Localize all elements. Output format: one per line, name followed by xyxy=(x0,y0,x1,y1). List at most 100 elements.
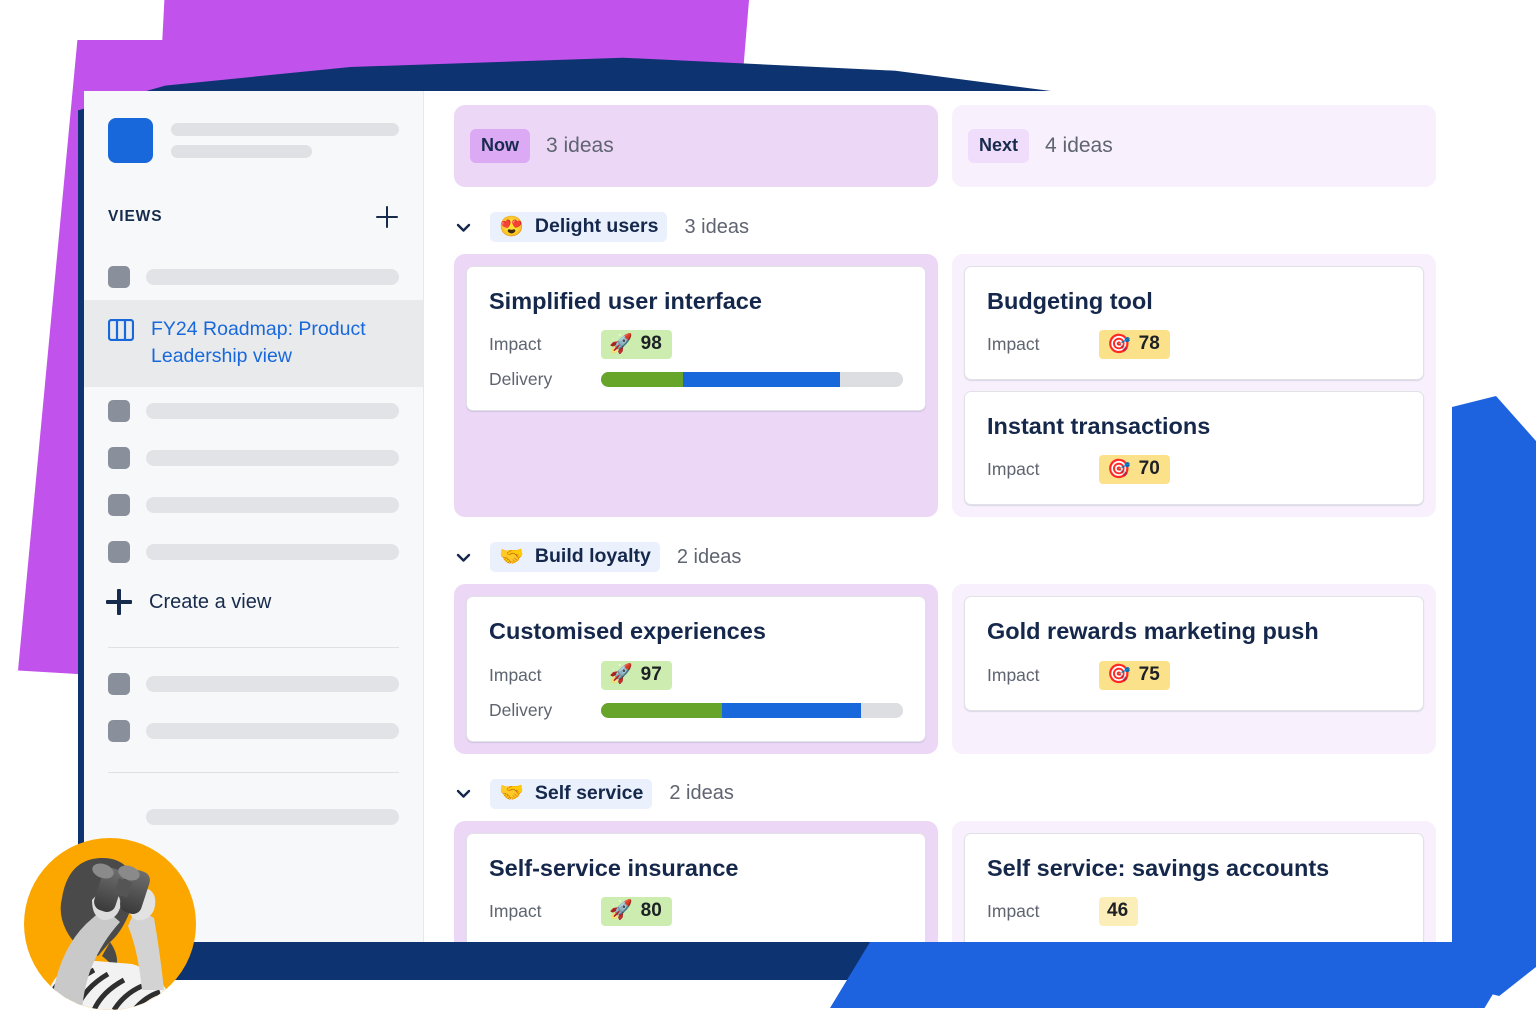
idea-card-title: Gold rewards marketing push xyxy=(987,618,1319,645)
sidebar-item-placeholder[interactable] xyxy=(84,793,423,840)
delivery-field: Delivery xyxy=(489,369,903,390)
skeleton-line xyxy=(146,722,399,739)
impact-field: Impact 🎯 70 xyxy=(987,455,1401,485)
idea-card-title: Self service: savings accounts xyxy=(987,854,1330,881)
lane-build-loyalty: Customised experiences Impact 🚀 97 Deliv… xyxy=(424,572,1452,754)
handshake-icon: 🤝 xyxy=(499,545,524,568)
column-chip-now: Now xyxy=(470,129,530,163)
idea-card[interactable]: Customised experiences Impact 🚀 97 Deliv… xyxy=(466,596,926,742)
placeholder-icon xyxy=(108,540,130,563)
placeholder-icon xyxy=(108,719,130,742)
delivery-label: Delivery xyxy=(489,699,553,720)
placeholder-icon xyxy=(108,672,130,695)
impact-field: Impact 🚀 98 xyxy=(489,330,903,360)
progress-segment-remaining xyxy=(839,372,903,388)
workspace-header[interactable] xyxy=(84,91,423,163)
idea-card-title: Budgeting tool xyxy=(987,288,1153,314)
placeholder-icon xyxy=(108,399,130,422)
group-goal-label: Build loyalty xyxy=(534,545,651,568)
sidebar-item-label: FY24 Roadmap: Product Leadership view xyxy=(151,318,366,367)
impact-badge[interactable]: 🎯 78 xyxy=(1099,330,1170,360)
impact-badge[interactable]: 46 xyxy=(1099,896,1139,926)
sidebar-divider xyxy=(108,647,399,649)
rocket-icon: 🚀 xyxy=(609,664,633,686)
lane-column-next: Budgeting tool Impact 🎯 78 Instant trans… xyxy=(952,254,1436,518)
lane-column-next: Gold rewards marketing push Impact 🎯 75 xyxy=(952,584,1436,754)
impact-value: 46 xyxy=(1107,899,1129,921)
smiling-face-with-hearts-icon: 😍 xyxy=(499,215,524,238)
sidebar: VIEWS FY24 Roadmap: Product Leadership v… xyxy=(84,91,424,942)
impact-field: Impact 🚀 97 xyxy=(489,660,903,690)
group-idea-count: 2 ideas xyxy=(669,782,734,805)
placeholder-icon xyxy=(108,493,130,516)
progress-segment-inprogress xyxy=(682,372,840,388)
sidebar-item-placeholder[interactable] xyxy=(84,253,423,300)
group-goal-label: Delight users xyxy=(534,215,659,237)
sidebar-item-placeholder[interactable] xyxy=(84,434,423,481)
chevron-down-icon[interactable] xyxy=(454,548,473,567)
impact-value: 70 xyxy=(1138,458,1160,480)
rocket-icon: 🚀 xyxy=(609,333,633,355)
skeleton-line xyxy=(146,543,399,560)
progress-segment-done xyxy=(601,702,722,718)
impact-value: 80 xyxy=(640,899,662,921)
idea-card[interactable]: Gold rewards marketing push Impact 🎯 75 xyxy=(964,596,1424,711)
group-header-delight-users[interactable]: 😍 Delight users 3 ideas xyxy=(424,187,1452,242)
column-header-next[interactable]: Next 4 ideas xyxy=(952,105,1436,187)
sidebar-item-placeholder[interactable] xyxy=(84,481,423,528)
impact-badge[interactable]: 🚀 80 xyxy=(601,896,672,926)
skeleton-line xyxy=(146,402,399,419)
sidebar-item-placeholder[interactable] xyxy=(84,387,423,434)
lane-column-now: Simplified user interface Impact 🚀 98 De… xyxy=(454,254,938,518)
chevron-down-icon[interactable] xyxy=(454,218,473,237)
column-headers: Now 3 ideas Next 4 ideas xyxy=(424,91,1452,187)
impact-value: 97 xyxy=(640,663,662,685)
impact-badge[interactable]: 🎯 70 xyxy=(1099,455,1170,485)
skeleton-line xyxy=(171,145,313,158)
group-goal-pill[interactable]: 🤝 Self service xyxy=(490,778,653,809)
group-goal-label: Self service xyxy=(534,781,644,804)
create-view-label: Create a view xyxy=(149,590,272,613)
chevron-down-icon[interactable] xyxy=(454,784,473,803)
column-header-now[interactable]: Now 3 ideas xyxy=(454,105,938,187)
skeleton-line xyxy=(146,808,399,825)
skeleton-line xyxy=(171,123,399,136)
impact-badge[interactable]: 🎯 75 xyxy=(1099,660,1170,690)
sidebar-item-fy24-roadmap[interactable]: FY24 Roadmap: Product Leadership view xyxy=(84,300,423,388)
impact-label: Impact xyxy=(987,334,1040,355)
skeleton-line xyxy=(146,449,399,466)
sidebar-item-placeholder[interactable] xyxy=(84,707,423,754)
impact-badge[interactable]: 🚀 98 xyxy=(601,330,672,360)
page-root: VIEWS FY24 Roadmap: Product Leadership v… xyxy=(0,0,1536,1025)
blue-shape-bottom xyxy=(830,933,1530,1008)
progress-segment-remaining xyxy=(860,702,903,718)
group-header-build-loyalty[interactable]: 🤝 Build loyalty 2 ideas xyxy=(424,517,1452,573)
sidebar-item-placeholder[interactable] xyxy=(84,660,423,707)
column-count-now: 3 ideas xyxy=(546,134,614,157)
idea-card[interactable]: Self-service insurance Impact 🚀 80 xyxy=(466,832,926,942)
add-view-icon[interactable] xyxy=(376,206,398,228)
impact-field: Impact 🎯 75 xyxy=(987,660,1401,690)
skeleton-line xyxy=(146,675,399,692)
progress-segment-inprogress xyxy=(721,702,861,718)
impact-field: Impact 🎯 78 xyxy=(987,330,1401,360)
idea-card[interactable]: Simplified user interface Impact 🚀 98 De… xyxy=(466,266,926,412)
impact-label: Impact xyxy=(987,900,1040,921)
impact-badge[interactable]: 🚀 97 xyxy=(601,660,672,690)
delivery-progress-bar[interactable] xyxy=(601,702,903,718)
delivery-progress-bar[interactable] xyxy=(601,372,903,388)
impact-label: Impact xyxy=(489,664,542,685)
group-header-self-service[interactable]: 🤝 Self service 2 ideas xyxy=(424,754,1452,809)
idea-card[interactable]: Budgeting tool Impact 🎯 78 xyxy=(964,266,1424,381)
idea-card[interactable]: Instant transactions Impact 🎯 70 xyxy=(964,391,1424,506)
skeleton-line xyxy=(146,496,399,513)
group-goal-pill[interactable]: 😍 Delight users xyxy=(490,212,668,242)
create-view-button[interactable]: Create a view xyxy=(84,575,423,629)
idea-card[interactable]: Self service: savings accounts Impact 46 xyxy=(964,832,1424,942)
impact-label: Impact xyxy=(489,334,542,355)
avatar-photo-binoculars xyxy=(43,857,174,1010)
sidebar-item-placeholder[interactable] xyxy=(84,528,423,575)
impact-field: Impact 🚀 80 xyxy=(489,896,903,926)
group-goal-pill[interactable]: 🤝 Build loyalty xyxy=(490,542,660,573)
target-icon: 🎯 xyxy=(1107,458,1131,480)
